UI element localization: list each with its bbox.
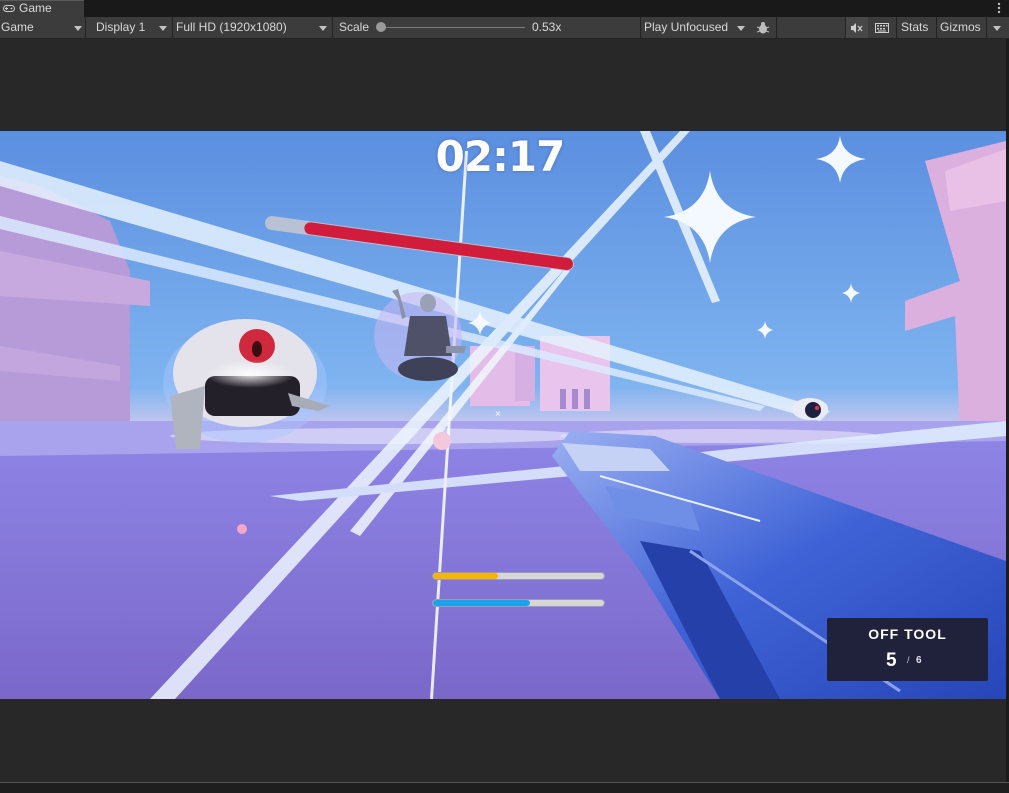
display-label: Display 1 [96, 20, 146, 34]
kebab-menu-icon[interactable] [997, 1, 1001, 15]
ammo-panel: OFF TOOL 5 / 6 [827, 618, 988, 681]
chevron-down-icon [74, 26, 82, 31]
chevron-down-icon [319, 26, 327, 31]
ammo-separator: / [907, 655, 910, 665]
small-drone-enemy [792, 398, 828, 420]
bug-icon [756, 22, 770, 34]
stats-button[interactable]: Stats [901, 17, 937, 38]
keyboard-icon [875, 23, 889, 33]
chevron-down-icon [993, 26, 1001, 31]
mute-audio-button[interactable] [846, 17, 868, 38]
divider [776, 17, 777, 38]
gizmos-button[interactable]: Gizmos [940, 17, 986, 38]
crosshair: × [495, 409, 501, 420]
display-dropdown[interactable]: Display 1 [86, 17, 172, 38]
ammo-max: 6 [916, 655, 922, 666]
game-view-toolbar: Game Display 1 Full HD (1920x1080) Scale… [0, 17, 1009, 39]
energy-bar [432, 599, 605, 607]
play-mode-label: Play Unfocused [644, 20, 729, 34]
ammo-current: 5 [886, 650, 897, 671]
scale-value: 0.53x [532, 20, 562, 34]
play-mode-dropdown[interactable]: Play Unfocused [641, 17, 751, 38]
scale-label: Scale [339, 20, 370, 34]
resolution-label: Full HD (1920x1080) [176, 20, 287, 34]
chevron-down-icon [737, 26, 745, 31]
tab-title: Game [19, 1, 52, 15]
energy-bar-fill [433, 600, 531, 606]
divider [936, 17, 937, 38]
divider [332, 17, 333, 38]
chevron-down-icon [159, 26, 167, 31]
bottom-strip [0, 782, 1009, 793]
divider [896, 17, 897, 38]
scale-slider-track[interactable] [381, 27, 525, 28]
weapon-name: OFF TOOL [868, 626, 947, 642]
shortcuts-button[interactable] [869, 17, 895, 38]
debug-button[interactable] [753, 17, 773, 38]
gamepad-icon [3, 5, 15, 12]
game-scene [0, 131, 1006, 699]
mode-label: Game [1, 20, 34, 34]
mode-dropdown[interactable]: Game [0, 17, 85, 38]
pickup-orb [237, 524, 247, 534]
gizmos-dropdown[interactable] [987, 17, 1007, 38]
tab-game[interactable]: Game [0, 0, 84, 17]
match-timer: 02:17 [435, 132, 566, 181]
pickup-orb [433, 432, 451, 450]
scale-slider-handle[interactable] [376, 22, 386, 32]
stamina-bar-fill [433, 573, 498, 579]
game-viewport[interactable]: 02:17 × OFF TOOL 5 / 6 [0, 131, 1006, 699]
tab-strip: Game [0, 0, 1009, 17]
stamina-bar [432, 572, 605, 580]
mute-audio-icon [851, 23, 863, 33]
resolution-dropdown[interactable]: Full HD (1920x1080) [173, 17, 332, 38]
